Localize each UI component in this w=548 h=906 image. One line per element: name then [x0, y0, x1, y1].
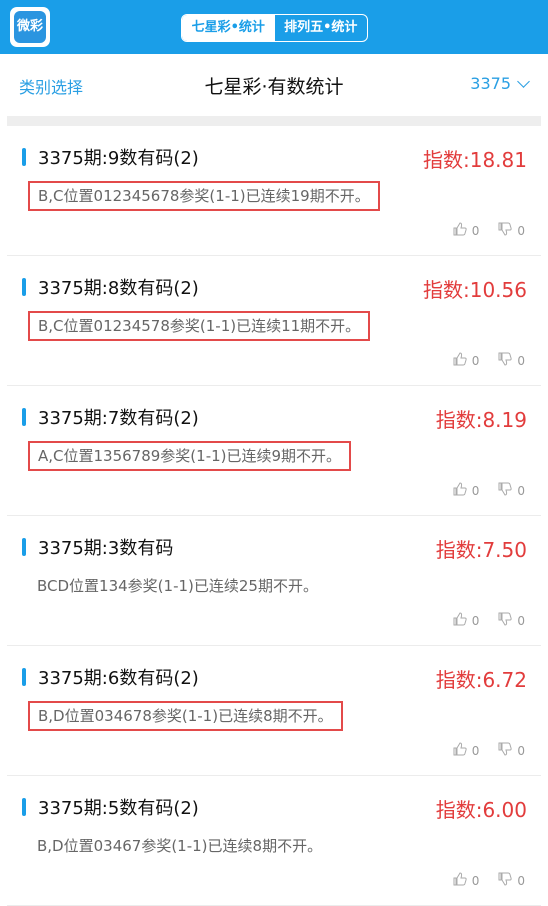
vote-bar: 00 [440, 221, 525, 240]
thumbs-down-icon [497, 741, 513, 760]
item-accent-bar [22, 408, 26, 426]
thumbs-up-icon [452, 871, 468, 890]
item-index-value: 指数:6.72 [435, 668, 527, 692]
app-logo[interactable]: 微彩 [10, 7, 50, 47]
highlighted-description: B,D位置034678参奖(1-1)已连续8期不开。 [28, 701, 343, 731]
divider [7, 116, 541, 126]
like-count: 0 [471, 483, 480, 498]
thumbs-down-icon [497, 611, 513, 630]
list-item[interactable]: 3375期:7数有码(2) 指数:8.19 A,C位置1356789参奖(1-1)已… [7, 386, 541, 516]
tab-qixingcai-stats[interactable]: 七星彩•统计 [182, 15, 275, 41]
dislike-button[interactable]: 0 [497, 351, 525, 370]
chevron-down-icon [517, 74, 530, 88]
item-title: 3375期:8数有码(2) [38, 278, 199, 299]
thumbs-up-icon [452, 221, 468, 240]
thumbs-up-icon [452, 481, 468, 500]
like-count: 0 [471, 223, 480, 238]
tab-pailiewu-stats[interactable]: 排列五•统计 [275, 15, 368, 41]
list-item[interactable]: 3375期:6数有码(2) 指数:6.72 B,D位置034678参奖(1-1)已连… [7, 646, 541, 776]
like-button[interactable]: 0 [452, 351, 480, 370]
thumbs-down-icon [497, 481, 513, 500]
like-button[interactable]: 0 [452, 611, 480, 630]
item-accent-bar [22, 538, 26, 556]
dislike-button[interactable]: 0 [497, 871, 525, 890]
stats-list: 3375期:9数有码(2) 指数:18.81 B,C位置012345678参奖(1-… [7, 126, 541, 906]
thumbs-down-icon [497, 871, 513, 890]
like-count: 0 [471, 613, 480, 628]
thumbs-up-icon [452, 351, 468, 370]
like-button[interactable]: 0 [452, 871, 479, 890]
top-bar: 微彩 七星彩•统计 排列五•统计 [0, 0, 548, 54]
item-index-value: 指数:8.19 [435, 408, 527, 432]
thumbs-down-icon [497, 221, 513, 240]
item-title: 3375期:9数有码(2) [38, 148, 199, 169]
list-item[interactable]: 3375期:5数有码(2) 指数:6.00 B,D位置03467参奖(1-1)已连续… [7, 776, 541, 906]
item-title: 3375期:6数有码(2) [38, 668, 199, 689]
dislike-count: 0 [517, 223, 525, 238]
thumbs-up-icon [452, 741, 468, 760]
like-button[interactable]: 0 [452, 221, 480, 240]
item-index-value: 指数:10.56 [423, 278, 527, 302]
vote-bar: 00 [440, 741, 525, 760]
item-index-value: 指数:18.81 [423, 148, 527, 172]
like-count: 0 [471, 353, 480, 368]
issue-number: 3375 [470, 74, 511, 93]
highlighted-description: A,C位置1356789参奖(1-1)已连续9期不开。 [28, 441, 352, 471]
item-accent-bar [22, 278, 26, 296]
highlighted-description: B,C位置012345678参奖(1-1)已连续19期不开。 [28, 181, 380, 211]
like-count: 0 [471, 743, 480, 758]
vote-bar: 00 [440, 351, 525, 370]
item-accent-bar [22, 148, 26, 166]
list-item[interactable]: 3375期:9数有码(2) 指数:18.81 B,C位置012345678参奖(1-… [7, 126, 541, 256]
dislike-count: 0 [517, 613, 525, 628]
dislike-button[interactable]: 0 [497, 481, 525, 500]
like-button[interactable]: 0 [452, 481, 480, 500]
issue-select[interactable]: 3375 [470, 74, 530, 93]
item-index-value: 指数:6.00 [435, 798, 527, 822]
sub-header: 类别选择 七星彩·有数统计 3375 [0, 54, 548, 114]
item-title: 3375期:7数有码(2) [38, 408, 199, 429]
item-accent-bar [22, 798, 26, 816]
dislike-button[interactable]: 0 [497, 741, 525, 760]
highlighted-description: B,C位置01234578参奖(1-1)已连续11期不开。 [28, 311, 371, 341]
thumbs-down-icon [497, 351, 513, 370]
logo-text: 微彩 [14, 11, 46, 43]
dislike-count: 0 [517, 353, 525, 368]
list-item[interactable]: 3375期:3数有码 指数:7.50 BCD位置134参奖(1-1)已连续25期不开… [7, 516, 541, 646]
thumbs-up-icon [452, 611, 468, 630]
item-description: B,D位置03467参奖(1-1)已连续8期不开。 [37, 837, 323, 855]
vote-bar: 00 [440, 871, 525, 890]
vote-bar: 00 [440, 481, 525, 500]
vote-bar: 00 [440, 611, 525, 630]
item-title: 3375期:5数有码(2) [38, 798, 199, 819]
dislike-button[interactable]: 0 [497, 221, 525, 240]
like-button[interactable]: 0 [452, 741, 480, 760]
dislike-count: 0 [517, 743, 525, 758]
item-accent-bar [22, 668, 26, 686]
list-item[interactable]: 3375期:8数有码(2) 指数:10.56 B,C位置01234578参奖(1-1… [7, 256, 541, 386]
item-title: 3375期:3数有码 [38, 538, 174, 559]
item-description: BCD位置134参奖(1-1)已连续25期不开。 [37, 577, 318, 595]
item-index-value: 指数:7.50 [435, 538, 527, 562]
lottery-tabs: 七星彩•统计 排列五•统计 [181, 14, 368, 42]
dislike-count: 0 [517, 483, 525, 498]
dislike-button[interactable]: 0 [497, 611, 525, 630]
page-title: 七星彩·有数统计 [204, 76, 344, 98]
